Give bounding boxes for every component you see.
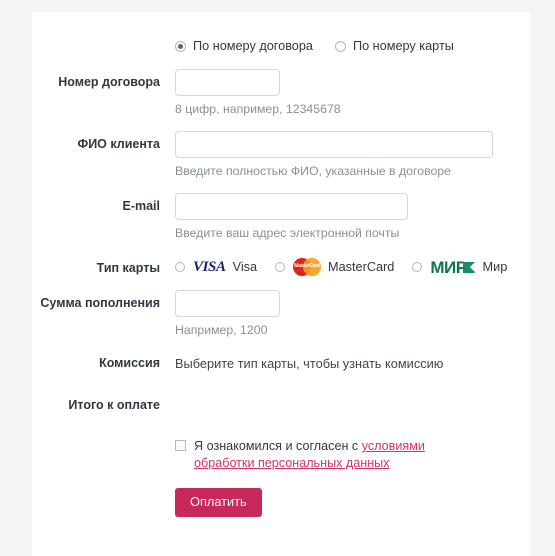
card-type-option-mastercard[interactable]: MasterCard MasterCard (275, 258, 394, 276)
client-name-label: ФИО клиента (77, 137, 160, 151)
radio-visa-indicator[interactable] (175, 262, 185, 272)
total-row: Итого к оплате (32, 398, 530, 412)
email-hint: Введите ваш адрес электронной почты (175, 226, 400, 240)
commission-row: Комиссия Выберите тип карты, чтобы узнат… (32, 356, 530, 372)
contract-number-row: Номер договора 8 цифр, например, 1234567… (32, 69, 530, 117)
search-mode-row: По номеру договора По номеру карты (32, 39, 530, 53)
card-type-option-visa[interactable]: VISA Visa (175, 258, 258, 275)
submit-row: Оплатить (32, 488, 530, 517)
radio-mastercard-indicator[interactable] (275, 262, 286, 272)
commission-label: Комиссия (99, 356, 160, 370)
client-name-hint: Введите полностью ФИО, указанные в догов… (175, 164, 451, 178)
agreement-text: Я ознакомился и согласен с условиями обр… (194, 438, 484, 472)
amount-hint: Например, 1200 (175, 323, 268, 337)
visa-logo: VISA (193, 258, 226, 275)
agreement-checkbox[interactable] (175, 440, 186, 451)
agreement-text-before: Я ознакомился и согласен с (194, 439, 362, 453)
mir-logo: МИР (430, 257, 476, 277)
mir-flag-icon (462, 261, 476, 273)
amount-row: Сумма пополнения Например, 1200 (32, 290, 530, 338)
email-input[interactable] (175, 193, 408, 220)
radio-by-contract-label: По номеру договора (193, 39, 313, 53)
card-type-row: Тип карты VISA Visa MasterCard MasterCar… (32, 258, 530, 276)
radio-option-by-contract[interactable]: По номеру договора (175, 39, 313, 53)
mir-wordmark: МИР (430, 257, 467, 277)
agreement-row: Я ознакомился и согласен с условиями обр… (32, 438, 530, 472)
amount-label: Сумма пополнения (40, 296, 160, 310)
client-name-input[interactable] (175, 131, 493, 158)
agreement-checkbox-row[interactable]: Я ознакомился и согласен с условиями обр… (175, 438, 530, 472)
mastercard-wordmark: MasterCard (294, 263, 320, 269)
radio-option-by-card[interactable]: По номеру карты (334, 39, 454, 53)
email-row: E-mail Введите ваш адрес электронной поч… (32, 193, 530, 241)
client-name-row: ФИО клиента Введите полностью ФИО, указа… (32, 131, 530, 179)
radio-by-card-indicator[interactable] (334, 40, 346, 52)
payment-form: По номеру договора По номеру карты Номер… (32, 12, 530, 517)
mastercard-logo: MasterCard (293, 258, 322, 276)
amount-input[interactable] (175, 290, 280, 317)
contract-number-hint: 8 цифр, например, 12345678 (175, 102, 341, 116)
radio-by-card-label: По номеру карты (352, 39, 454, 53)
radio-mir-indicator[interactable] (412, 262, 423, 272)
card-type-radio-group[interactable]: VISA Visa MasterCard MasterCard МИР Мир (175, 258, 530, 276)
radio-by-contract-indicator[interactable] (175, 40, 186, 52)
search-mode-radio-group[interactable]: По номеру договора По номеру карты (175, 39, 530, 53)
pay-button[interactable]: Оплатить (175, 488, 262, 517)
card-type-label: Тип карты (96, 261, 160, 275)
card-type-mastercard-label: MasterCard (328, 260, 395, 274)
card-type-option-mir[interactable]: МИР Мир (412, 259, 507, 276)
card-type-visa-label: Visa (232, 260, 258, 274)
commission-value: Выберите тип карты, чтобы узнать комисси… (175, 356, 444, 371)
card-type-mir-label: Мир (482, 260, 508, 274)
contract-number-label: Номер договора (58, 75, 160, 89)
email-label: E-mail (122, 199, 160, 213)
contract-number-input[interactable] (175, 69, 280, 96)
payment-form-card: По номеру договора По номеру карты Номер… (32, 12, 530, 556)
total-label: Итого к оплате (68, 398, 160, 412)
